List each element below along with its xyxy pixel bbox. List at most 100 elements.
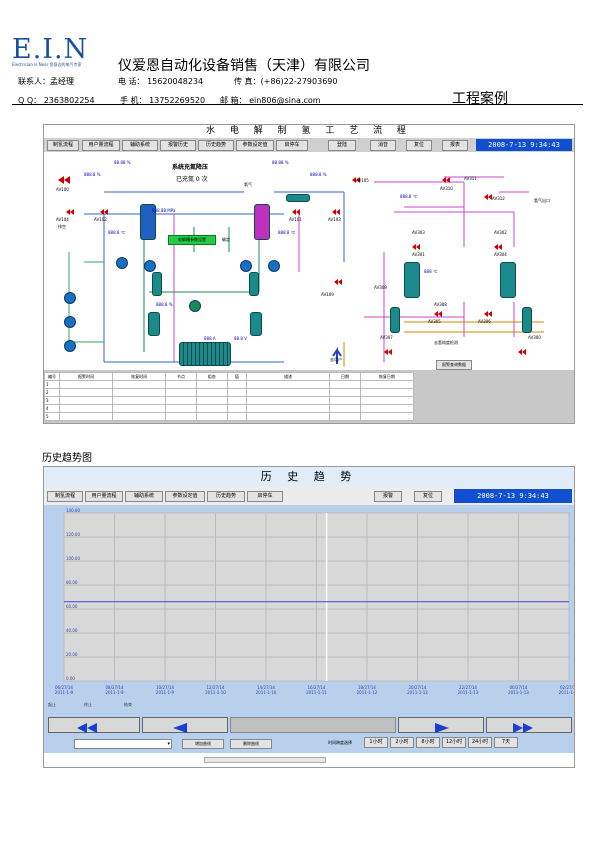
table-row[interactable]: 5 [44, 412, 415, 421]
menu-history-trend[interactable]: 历史趋势 [198, 140, 234, 151]
left-arrow-icon [173, 723, 187, 733]
trend-menu-history[interactable]: 历史趋势 [207, 491, 245, 502]
double-right-arrow-icon-2 [523, 723, 533, 733]
x-tick-time: 2011-1-9 [55, 690, 74, 695]
menu-reset[interactable]: 复位 [406, 140, 432, 151]
valve-label-av310: AV310 [440, 186, 453, 191]
valve-label-av102: AV102 [94, 217, 107, 222]
menu-aux-system[interactable]: 辅助系统 [122, 140, 158, 151]
alarm-query-button[interactable]: 报警查询数据 [436, 360, 472, 370]
valve-label-av308: AV308 [434, 302, 447, 307]
menu-parameters[interactable]: 参数设定值 [236, 140, 274, 151]
timeline-scrollbar[interactable] [230, 717, 396, 733]
scroll-far-right-button[interactable] [486, 717, 572, 733]
col-recover-date: 恢复日期 [359, 372, 415, 381]
trend-footer [44, 753, 574, 767]
valve-markers [58, 176, 526, 364]
menu-hydrogen-flow[interactable]: 制氢流程 [47, 140, 79, 151]
y-tick-label: 140.00 [66, 508, 80, 513]
history-trend-screen: 历 史 趋 势 制氢流程 用户量流程 辅助系统 参数设定值 历史趋势 启停车 报… [43, 466, 575, 768]
fax-row: 传 真：(+86)22-27903690 [234, 76, 337, 87]
col-node: 节点 [165, 372, 197, 381]
trend-menu-hydrogen-flow[interactable]: 制氢流程 [47, 491, 83, 502]
section-title: 工程案例 [452, 91, 508, 107]
reading-voltage: 88.8 V [234, 336, 247, 341]
menu-start-stop[interactable]: 启停车 [276, 140, 308, 151]
period-12h-button[interactable]: 12小时 [442, 737, 466, 748]
col-index: 编号 [44, 372, 60, 381]
scroll-far-left-button[interactable] [48, 717, 140, 733]
row-number: 2 [44, 388, 60, 397]
y-tick-label: 80.00 [66, 580, 78, 585]
alarm-table-header: 编号 报警时间 恢复时间 节点 组态 值 描述 日期 恢复日期 [44, 372, 415, 381]
reading-oxygen-temp: 888.8 ℃ [278, 230, 296, 235]
reading-lye-level: 888.8 % [156, 302, 173, 307]
delete-curve-button[interactable]: 删除曲线 [230, 739, 272, 749]
trend-reset-button[interactable]: 复位 [414, 491, 442, 502]
col-date: 日期 [329, 372, 361, 381]
valve-label-av303: AV303 [412, 230, 425, 235]
period-1h-button[interactable]: 1小时 [364, 737, 388, 748]
range-label: 起止 [48, 701, 56, 707]
phone-label: 电 话： [118, 77, 145, 86]
y-tick-label: 0.00 [66, 676, 75, 681]
table-row[interactable]: 1 [44, 380, 415, 389]
process-clock: 2008-7-13 9:34:43 [476, 139, 572, 151]
x-tick-time: 2011-1-9 [156, 690, 175, 695]
scroll-left-button[interactable] [142, 717, 228, 733]
col-value: 值 [226, 372, 248, 381]
reading-current: 888 A [204, 336, 216, 341]
valve-label-av302: AV302 [494, 230, 507, 235]
valve-label-av307: AV307 [380, 335, 393, 340]
series-select[interactable]: ▾ [74, 739, 172, 749]
trend-chart[interactable]: 140.00 120.00 100.00 80.00 60.00 40.00 20.00 0.… [44, 505, 574, 710]
y-tick-label: 40.00 [66, 628, 78, 633]
period-7d-button[interactable]: 7天 [494, 737, 518, 748]
reading-hydrogen-purity: 888.8 % [84, 172, 101, 177]
reading-dryer-temp: 888.8 ℃ [400, 194, 418, 199]
valve-label-av109: AV109 [321, 292, 334, 297]
menu-report[interactable]: 报表 [442, 140, 468, 151]
range-label: 结束 [124, 701, 132, 707]
x-tick-time: 2011-1-12 [357, 690, 378, 695]
contact-label: 联系人： [18, 77, 50, 86]
x-tick-time: 2011-1-10 [256, 690, 277, 695]
x-tick-time: 2011-1-13 [508, 690, 529, 695]
table-row[interactable]: 4 [44, 404, 415, 413]
reading-tower-temp: 888 ℃ [424, 269, 438, 274]
contact-row: 联系人：孟经理 [18, 76, 74, 87]
electrolyzer-settings-button[interactable]: 电解槽参数设置 [168, 235, 216, 245]
process-flow-title: 水 电 解 制 氢 工 艺 流 程 [44, 125, 574, 138]
phone-value: 15620048234 [147, 77, 204, 86]
col-config: 组态 [195, 372, 228, 381]
trend-menu-aux-system[interactable]: 辅助系统 [125, 491, 163, 502]
menu-user-flow[interactable]: 用户量流程 [82, 140, 120, 151]
phone-row: 电 话： 15620048234 [118, 76, 203, 87]
trend-menu-user-flow[interactable]: 用户量流程 [85, 491, 123, 502]
period-2h-button[interactable]: 2小时 [390, 737, 414, 748]
scroll-right-button[interactable] [398, 717, 484, 733]
x-tick-time: 2011-1-11 [306, 690, 327, 695]
period-24h-button[interactable]: 24小时 [468, 737, 492, 748]
period-8h-button[interactable]: 8小时 [416, 737, 440, 748]
menu-silence[interactable]: 消音 [370, 140, 396, 151]
footer-scrollbar[interactable] [204, 757, 326, 763]
double-left-arrow-icon [77, 723, 87, 733]
x-tick-time: 2011-1-9 [105, 690, 124, 695]
trend-menu-start-stop[interactable]: 启停车 [247, 491, 283, 502]
label-to-user: 去用户 [330, 357, 342, 362]
label-oxygen: 氧气 [244, 182, 252, 187]
add-curve-button[interactable]: 增加曲线 [182, 739, 224, 749]
y-tick-label: 120.00 [66, 532, 80, 537]
range-label: 终止 [84, 701, 92, 707]
trend-alarm-button[interactable]: 报警 [374, 491, 402, 502]
menu-login[interactable]: 登陆 [328, 140, 356, 151]
table-row[interactable]: 3 [44, 396, 415, 405]
table-row[interactable]: 2 [44, 388, 415, 397]
trend-clock: 2008-7-13 9:34:43 [454, 489, 572, 503]
double-left-arrow-icon-2 [87, 723, 97, 733]
valve-label-av101: AV101 [289, 217, 302, 222]
reading-pressure: 888.88 MPa [152, 208, 176, 213]
menu-alarm-history[interactable]: 报警历史 [160, 140, 196, 151]
trend-menu-parameters[interactable]: 参数设定值 [165, 491, 205, 502]
